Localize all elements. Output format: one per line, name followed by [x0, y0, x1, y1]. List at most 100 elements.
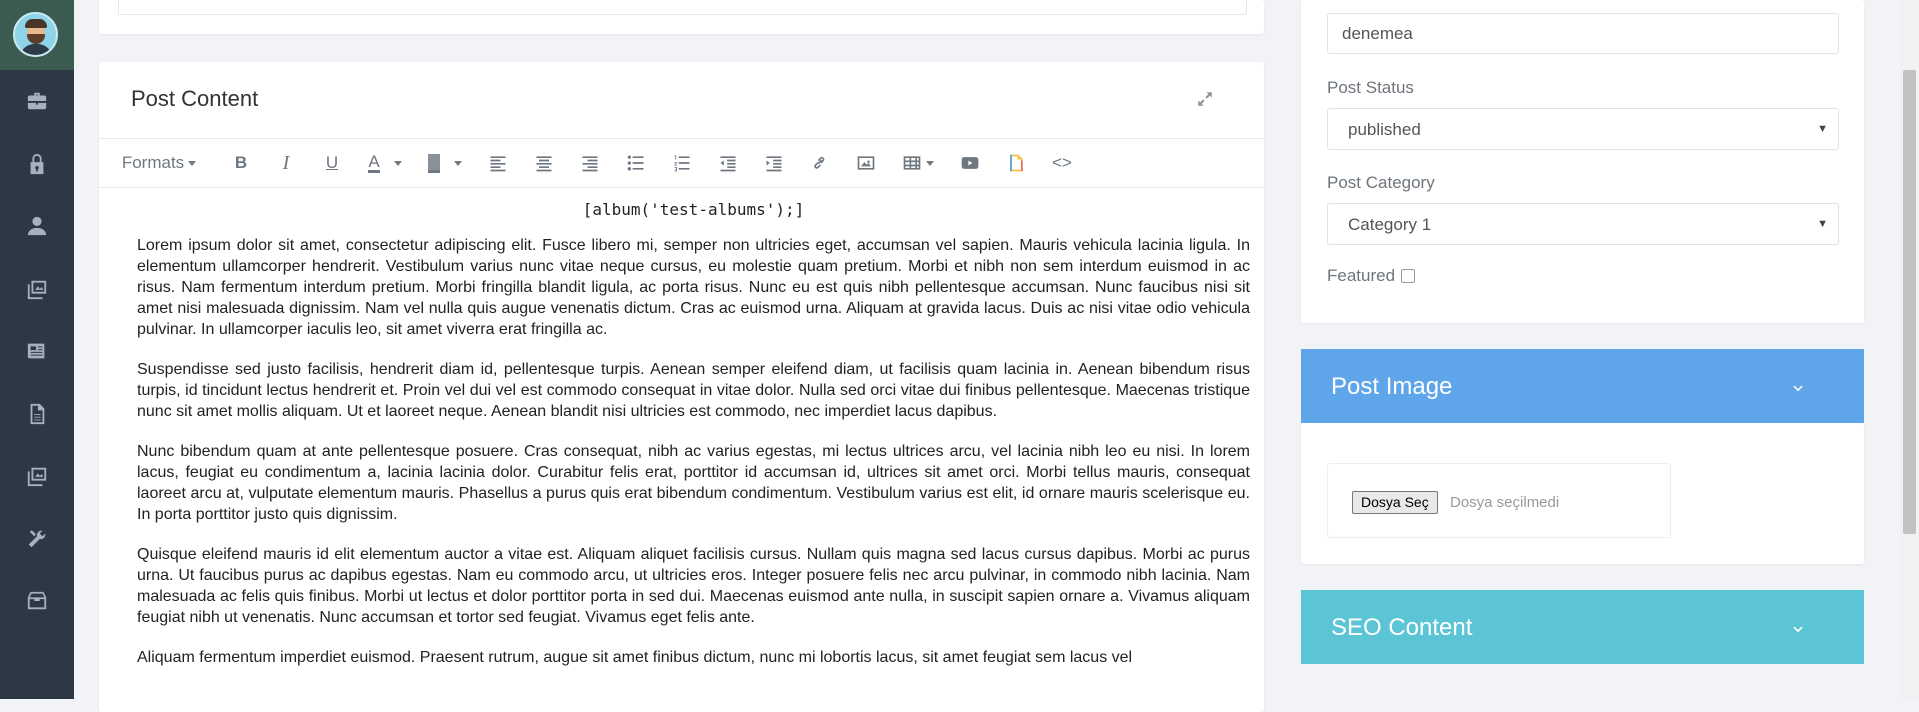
post-image-title: Post Image — [1331, 373, 1453, 400]
seo-content-panel-header[interactable]: SEO Content — [1301, 590, 1864, 664]
sidebar-item-pages[interactable] — [0, 383, 74, 446]
post-status-select[interactable]: published ▼ — [1327, 108, 1839, 150]
sidebar-item-user[interactable] — [0, 195, 74, 258]
post-category-label: Post Category — [1327, 173, 1435, 192]
code-icon: <> — [1052, 153, 1072, 172]
newspaper-icon — [27, 343, 45, 359]
caret-down-icon — [453, 160, 462, 166]
post-category-select[interactable]: Category 1 ▼ — [1327, 203, 1839, 245]
table-icon — [903, 156, 921, 170]
post-content-card: Post Content Formats B I U A A <> [album… — [99, 62, 1264, 712]
post-status-value: published — [1348, 120, 1421, 139]
post-category-value: Category 1 — [1348, 215, 1432, 234]
editor-paragraph: Suspendisse sed justo facilisis, hendrer… — [137, 361, 1250, 420]
sidebar — [0, 0, 74, 699]
post-settings-card: denemea Post Status published ▼ Post Cat… — [1301, 0, 1864, 323]
choose-file-button[interactable]: Dosya Seç — [1352, 491, 1438, 514]
previous-card — [99, 0, 1264, 34]
file-status-text: Dosya seçilmedi — [1450, 494, 1560, 511]
source-code-button[interactable]: <> — [1039, 146, 1085, 180]
media-button[interactable] — [947, 146, 993, 180]
avatar[interactable] — [13, 12, 58, 57]
user-icon — [27, 217, 47, 236]
template-button[interactable] — [993, 146, 1039, 180]
chevron-down-icon[interactable] — [1791, 375, 1809, 393]
editor-body[interactable]: [album('test-albums');] Lorem ipsum dolo… — [137, 200, 1250, 687]
link-button[interactable] — [797, 146, 843, 180]
post-image-panel-header[interactable]: Post Image — [1301, 349, 1864, 423]
sidebar-item-briefcase[interactable] — [0, 70, 74, 133]
expand-icon[interactable] — [1196, 90, 1214, 108]
formats-dropdown[interactable]: Formats — [99, 146, 219, 180]
archive-icon — [27, 592, 47, 610]
background-color-button[interactable]: A — [415, 146, 475, 180]
underline-button[interactable]: U — [309, 146, 355, 180]
post-status-label: Post Status — [1327, 78, 1414, 97]
sidebar-item-archive[interactable] — [0, 570, 74, 633]
align-center-button[interactable] — [521, 146, 567, 180]
text-color-icon: A — [368, 151, 380, 173]
video-icon — [961, 157, 979, 169]
tools-icon — [28, 530, 46, 547]
align-left-icon — [490, 156, 506, 172]
align-left-button[interactable] — [475, 146, 521, 180]
sidebar-item-images[interactable] — [0, 258, 74, 321]
table-button[interactable] — [889, 146, 947, 180]
align-right-button[interactable] — [567, 146, 613, 180]
images-icon — [27, 280, 47, 299]
sidebar-item-tools[interactable] — [0, 508, 74, 571]
editor-paragraph: Nunc bibendum quam at ante pellentesque … — [137, 443, 1250, 523]
bullet-list-icon — [627, 155, 644, 171]
editor-paragraph: Aliquam fermentum imperdiet euismod. Pra… — [137, 649, 1133, 666]
file-upload-box: Dosya Seç Dosya seçilmedi — [1327, 463, 1671, 538]
slug-input[interactable]: denemea — [1327, 13, 1839, 54]
indent-icon — [766, 156, 782, 172]
background-color-icon: A — [428, 151, 440, 173]
sidebar-item-lock[interactable] — [0, 133, 74, 196]
featured-row: Featured — [1327, 266, 1416, 286]
caret-down-icon — [393, 160, 402, 166]
seo-content-title: SEO Content — [1331, 614, 1473, 641]
italic-icon: I — [282, 151, 290, 174]
italic-button[interactable]: I — [263, 146, 309, 180]
chevron-down-icon[interactable] — [1791, 616, 1809, 634]
featured-checkbox[interactable] — [1401, 269, 1416, 283]
align-right-icon — [582, 156, 598, 172]
avatar-area — [0, 0, 74, 70]
numbered-list-button[interactable] — [659, 146, 705, 180]
caret-down-icon — [926, 160, 934, 166]
post-image-panel-body: Dosya Seç Dosya seçilmedi — [1301, 423, 1864, 564]
document-color-icon — [1010, 154, 1023, 172]
align-center-icon — [536, 156, 552, 172]
select-arrow-icon: ▼ — [1817, 218, 1828, 230]
caret-down-icon — [188, 160, 197, 166]
sidebar-item-news[interactable] — [0, 320, 74, 383]
bold-button[interactable]: B — [219, 146, 263, 180]
scrollbar-thumb[interactable] — [1903, 70, 1916, 534]
post-content-title: Post Content — [131, 86, 259, 111]
editor-paragraph: Quisque eleifend mauris id elit elementu… — [137, 546, 1250, 626]
editor-paragraph: Lorem ipsum dolor sit amet, consectetur … — [137, 237, 1250, 338]
briefcase-icon — [27, 93, 47, 110]
bold-icon: B — [234, 153, 248, 172]
select-arrow-icon: ▼ — [1817, 123, 1828, 135]
image-button[interactable] — [843, 146, 889, 180]
lock-icon — [30, 153, 44, 174]
numbered-list-icon — [674, 155, 690, 172]
indent-button[interactable] — [751, 146, 797, 180]
featured-label: Featured — [1327, 266, 1396, 285]
album-shortcode: [album('test-albums');] — [582, 200, 805, 219]
file-icon — [30, 403, 45, 424]
formats-label: Formats — [121, 153, 185, 172]
underline-icon: U — [325, 153, 339, 172]
sidebar-nav — [0, 70, 74, 633]
outdent-button[interactable] — [705, 146, 751, 180]
sidebar-item-gallery[interactable] — [0, 445, 74, 508]
bullet-list-button[interactable] — [613, 146, 659, 180]
link-icon — [814, 157, 825, 169]
previous-input[interactable] — [118, 0, 1247, 15]
text-color-button[interactable]: A — [355, 146, 415, 180]
editor-toolbar: Formats B I U A A <> — [99, 138, 1264, 188]
gallery-icon — [27, 468, 47, 487]
page-scrollbar[interactable] — [1900, 0, 1919, 699]
